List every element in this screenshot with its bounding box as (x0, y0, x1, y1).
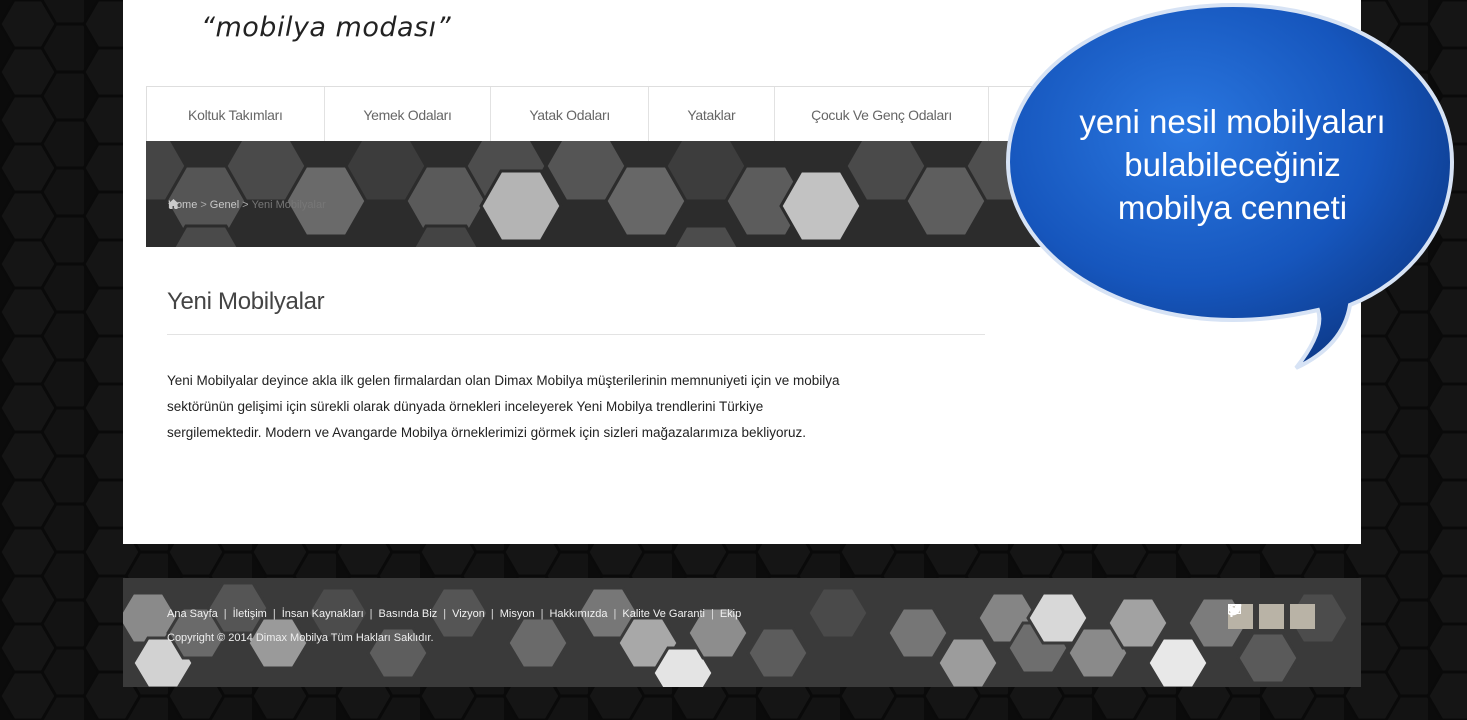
content-line: sektörünün gelişimi için sürekli olarak … (167, 399, 764, 414)
footer-link-separator: | (710, 608, 714, 620)
twitter-button[interactable] (1228, 604, 1284, 629)
nav-item-yatak-odalari[interactable]: Yatak Odaları (491, 87, 649, 142)
footer-link-separator: | (223, 608, 227, 620)
breadcrumb-current: Yeni Mobilyalar (251, 199, 326, 211)
facebook-icon (1228, 604, 1235, 617)
content-line: Yeni Mobilyalar deyince akla ilk gelen f… (167, 373, 840, 388)
footer-link-separator: | (272, 608, 276, 620)
home-icon (168, 199, 179, 209)
footer-link-iletisim[interactable]: İletişim (233, 608, 267, 620)
footer-link-separator: | (613, 608, 617, 620)
page-title: Yeni Mobilyalar (167, 288, 325, 315)
footer-link-separator: | (443, 608, 447, 620)
breadcrumb: Home > Genel > Yeni Mobilyalar (168, 199, 326, 211)
site-tagline: “mobilya modası” (201, 12, 452, 43)
copyright-text: Copyright © 2014 Dimax Mobilya Tüm Hakla… (167, 632, 434, 644)
content-line: sergilemektedir. Modern ve Avangarde Mob… (167, 425, 807, 440)
footer-link-basinda-biz[interactable]: Basında Biz (379, 608, 438, 620)
bubble-line: bulabileceğiniz (1124, 146, 1341, 183)
nav-item-cocuk-ve-genc-odalari[interactable]: Çocuk Ve Genç Odaları (775, 87, 990, 142)
content-body: Yeni Mobilyalar deyince akla ilk gelen f… (167, 368, 997, 446)
footer-link-misyon[interactable]: Misyon (500, 608, 535, 620)
breadcrumb-separator: > (200, 199, 207, 211)
footer-links: Ana Sayfa | İletişim | İnsan Kaynakları … (167, 608, 741, 620)
footer-link-vizyon[interactable]: Vizyon (452, 608, 485, 620)
main-nav: Koltuk Takımları Yemek Odaları Yatak Oda… (146, 86, 1148, 142)
nav-item-koltuk-takimlari[interactable]: Koltuk Takımları (147, 87, 325, 142)
breadcrumb-separator: > (242, 199, 249, 211)
footer-link-ana-sayfa[interactable]: Ana Sayfa (167, 608, 218, 620)
footer-link-separator: | (490, 608, 494, 620)
nav-item-yataklar[interactable]: Yataklar (649, 87, 775, 142)
bubble-line: mobilya cenneti (1117, 189, 1348, 226)
footer: Ana Sayfa | İletişim | İnsan Kaynakları … (123, 578, 1361, 687)
nav-item-yemek-odalari[interactable]: Yemek Odaları (325, 87, 492, 142)
footer-link-insan-kaynaklari[interactable]: İnsan Kaynakları (282, 608, 364, 620)
footer-link-hakkimizda[interactable]: Hakkımızda (549, 608, 607, 620)
facebook-button[interactable] (1228, 604, 1315, 629)
bubble-line: yeni nesil mobilyaları (1079, 103, 1386, 140)
speech-bubble-text: yeni nesil mobilyaları bulabileceğiniz m… (1040, 100, 1425, 229)
breadcrumb-category[interactable]: Genel (210, 199, 239, 211)
footer-link-kalite-ve-garanti[interactable]: Kalite Ve Garanti (622, 608, 705, 620)
footer-link-separator: | (540, 608, 544, 620)
social-links (1228, 604, 1315, 629)
footer-link-ekip[interactable]: Ekip (720, 608, 741, 620)
title-divider (167, 334, 985, 335)
footer-link-separator: | (369, 608, 373, 620)
